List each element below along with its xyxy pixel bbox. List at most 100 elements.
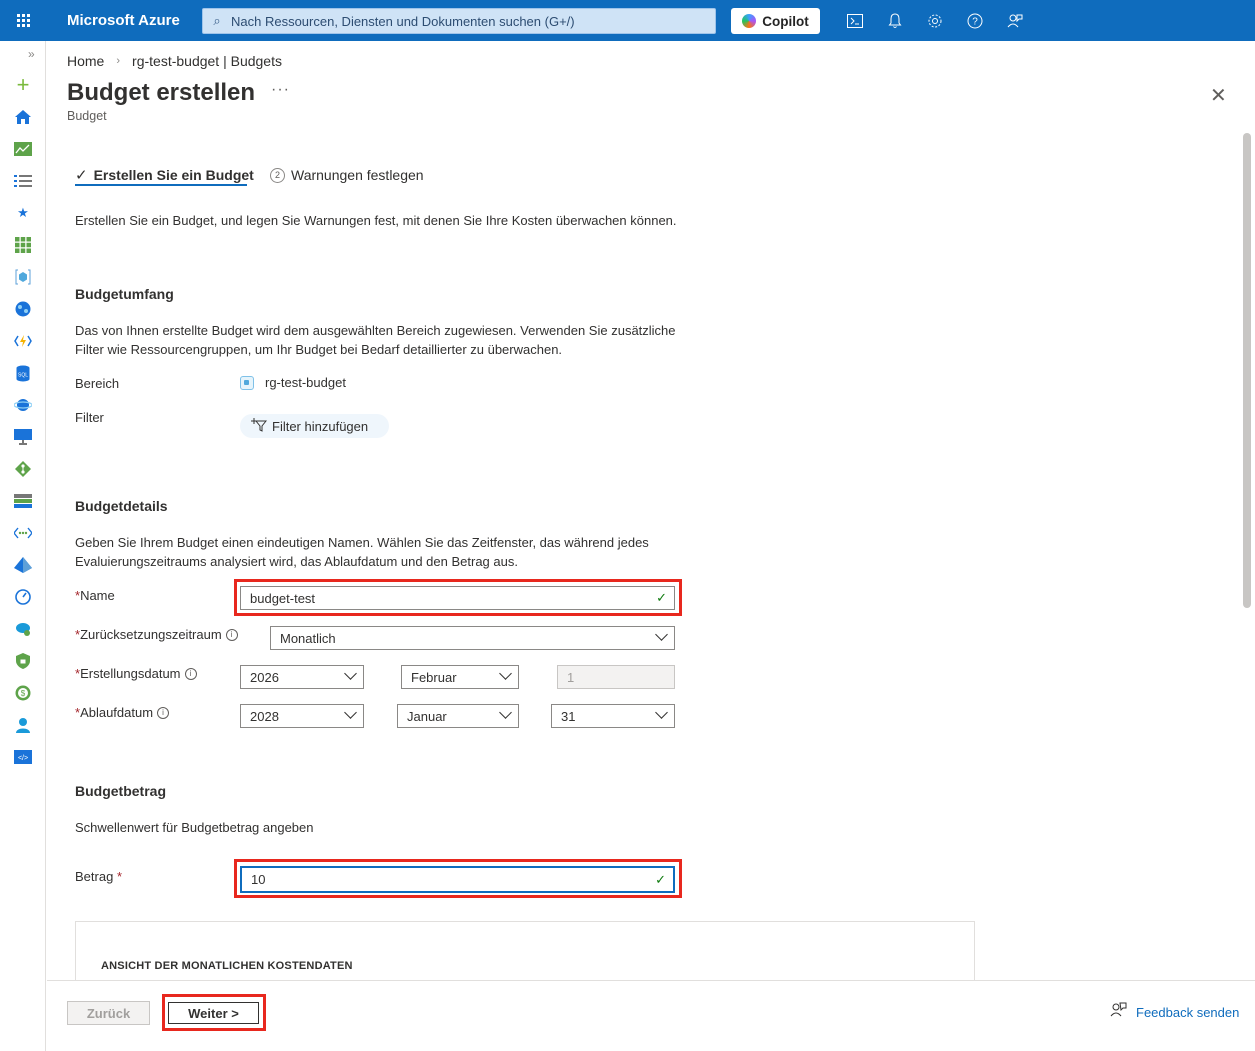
start-month-select[interactable]: Februar bbox=[401, 665, 519, 689]
chevron-down-icon bbox=[655, 628, 668, 641]
end-date-label-text: Ablaufdatum bbox=[80, 705, 154, 720]
breadcrumb-home[interactable]: Home bbox=[67, 53, 104, 69]
start-day-field: 1 bbox=[557, 665, 675, 689]
end-month-select[interactable]: Januar bbox=[397, 704, 519, 728]
resource-group-icon[interactable] bbox=[13, 267, 33, 287]
gear-icon[interactable] bbox=[925, 11, 945, 31]
end-year-select[interactable]: 2028 bbox=[240, 704, 364, 728]
star-icon[interactable]: ★ bbox=[13, 203, 33, 223]
filter-label: Filter bbox=[75, 410, 104, 425]
git-icon[interactable] bbox=[13, 459, 33, 479]
endpoints-icon[interactable] bbox=[13, 523, 33, 543]
global-search-input[interactable]: ⌕ Nach Ressourcen, Diensten und Dokument… bbox=[202, 8, 716, 34]
network-icon[interactable] bbox=[13, 395, 33, 415]
left-nav-rail: » + ★ SQL $ </> bbox=[0, 41, 46, 1051]
amount-highlight-box bbox=[234, 859, 682, 898]
start-year-select[interactable]: 2026 bbox=[240, 665, 364, 689]
help-icon[interactable]: ? bbox=[965, 11, 985, 31]
scope-desc-line2: Filter wie Ressourcengruppen, um Ihr Bud… bbox=[75, 342, 563, 357]
brand-title[interactable]: Microsoft Azure bbox=[67, 12, 203, 29]
tab-set-alerts-label: Warnungen festlegen bbox=[291, 167, 424, 183]
end-month-value: Januar bbox=[407, 708, 447, 724]
globe-icon[interactable] bbox=[13, 299, 33, 319]
back-button[interactable]: Zurück bbox=[67, 1001, 150, 1025]
amount-desc: Schwellenwert für Budgetbetrag angeben bbox=[75, 820, 314, 835]
tab-create-budget-label: Erstellen Sie ein Budget bbox=[93, 167, 254, 183]
close-icon[interactable]: ✕ bbox=[1210, 83, 1227, 108]
info-icon[interactable]: i bbox=[157, 706, 170, 719]
step-number-badge: 2 bbox=[270, 167, 285, 183]
terminal-icon[interactable] bbox=[845, 11, 865, 31]
more-options-icon[interactable]: ··· bbox=[271, 81, 290, 99]
monitor-icon[interactable] bbox=[13, 427, 33, 447]
devops-icon[interactable]: </> bbox=[13, 747, 33, 767]
copilot-button[interactable]: Copilot bbox=[731, 8, 820, 34]
page-title: Budget erstellen bbox=[67, 79, 256, 106]
send-feedback-label: Feedback senden bbox=[1136, 1004, 1240, 1020]
checkmark-icon: ✓ bbox=[75, 167, 88, 184]
search-placeholder: Nach Ressourcen, Diensten und Dokumenten… bbox=[231, 13, 575, 29]
list-icon[interactable] bbox=[13, 171, 33, 191]
app-launcher-icon[interactable] bbox=[0, 0, 46, 41]
chevron-down-icon bbox=[344, 706, 357, 719]
breadcrumb-parent[interactable]: rg-test-budget | Budgets bbox=[132, 53, 282, 69]
tab-set-alerts[interactable]: 2 Warnungen festlegen bbox=[270, 163, 424, 187]
reset-period-label-text: Zurücksetzungszeitraum bbox=[80, 627, 222, 642]
scope-label: Bereich bbox=[75, 376, 120, 391]
chevron-down-icon bbox=[499, 667, 512, 680]
filter-add-icon bbox=[250, 417, 268, 435]
sql-icon[interactable]: SQL bbox=[13, 363, 33, 383]
scrollbar-thumb[interactable] bbox=[1243, 133, 1251, 608]
name-highlight-box bbox=[234, 579, 682, 616]
scope-heading: Budgetumfang bbox=[75, 286, 174, 302]
footer-bar: Zurück Weiter > Feedback senden bbox=[47, 980, 1255, 1051]
start-year-value: 2026 bbox=[250, 669, 279, 685]
feedback-icon[interactable] bbox=[1005, 11, 1025, 31]
plus-icon[interactable]: + bbox=[13, 72, 33, 97]
name-label-text: Name bbox=[80, 588, 115, 603]
dashboard-icon[interactable] bbox=[13, 139, 33, 159]
add-filter-label: Filter hinzufügen bbox=[272, 418, 369, 434]
end-day-select[interactable]: 31 bbox=[551, 704, 675, 728]
all-services-icon[interactable] bbox=[13, 235, 33, 255]
details-desc-line1: Geben Sie Ihrem Budget einen eindeutigen… bbox=[75, 535, 649, 550]
security-icon[interactable] bbox=[13, 651, 33, 671]
start-month-value: Februar bbox=[411, 669, 457, 685]
speed-icon[interactable] bbox=[13, 587, 33, 607]
add-filter-button[interactable]: Filter hinzufügen bbox=[240, 414, 389, 438]
chevron-down-icon bbox=[499, 706, 512, 719]
bell-icon[interactable] bbox=[885, 11, 905, 31]
reset-period-select[interactable]: Monatlich bbox=[270, 626, 675, 650]
copilot-icon bbox=[742, 14, 757, 28]
function-icon[interactable] bbox=[13, 331, 33, 351]
azure-ad-icon[interactable] bbox=[13, 555, 33, 575]
user-icon[interactable] bbox=[13, 715, 33, 735]
expand-menu-icon[interactable]: » bbox=[28, 47, 35, 61]
main-panel: Home › rg-test-budget | Budgets Budget e… bbox=[47, 41, 1255, 1051]
search-icon: ⌕ bbox=[213, 13, 221, 28]
scope-value-text: rg-test-budget bbox=[265, 375, 346, 390]
send-feedback-link[interactable]: Feedback senden bbox=[1110, 1002, 1239, 1022]
cloud-icon[interactable] bbox=[13, 619, 33, 639]
home-icon[interactable] bbox=[13, 107, 33, 127]
cost-icon[interactable]: $ bbox=[13, 683, 33, 703]
chevron-right-icon: › bbox=[116, 55, 121, 67]
top-bar: Microsoft Azure ⌕ Nach Ressourcen, Diens… bbox=[0, 0, 1255, 41]
end-day-value: 31 bbox=[561, 708, 576, 724]
storage-icon[interactable] bbox=[13, 491, 33, 511]
details-desc-line2: Evaluierungszeitraums analysiert wird, d… bbox=[75, 554, 518, 569]
svg-text:?: ? bbox=[972, 17, 978, 28]
chevron-down-icon bbox=[344, 667, 357, 680]
chevron-down-icon bbox=[655, 706, 668, 719]
info-icon[interactable]: i bbox=[225, 628, 238, 641]
svg-text:</>: </> bbox=[18, 755, 28, 762]
start-date-label: * Erstellungsdatum i bbox=[75, 666, 197, 681]
details-heading: Budgetdetails bbox=[75, 498, 168, 514]
info-icon[interactable]: i bbox=[184, 667, 197, 680]
page-subtitle: Budget bbox=[67, 109, 107, 123]
copilot-label: Copilot bbox=[762, 13, 809, 29]
name-label: * Name bbox=[75, 588, 115, 603]
intro-text: Erstellen Sie ein Budget, und legen Sie … bbox=[75, 213, 677, 228]
amount-label: Betrag * bbox=[75, 869, 122, 884]
end-date-label: * Ablaufdatum i bbox=[75, 705, 170, 720]
